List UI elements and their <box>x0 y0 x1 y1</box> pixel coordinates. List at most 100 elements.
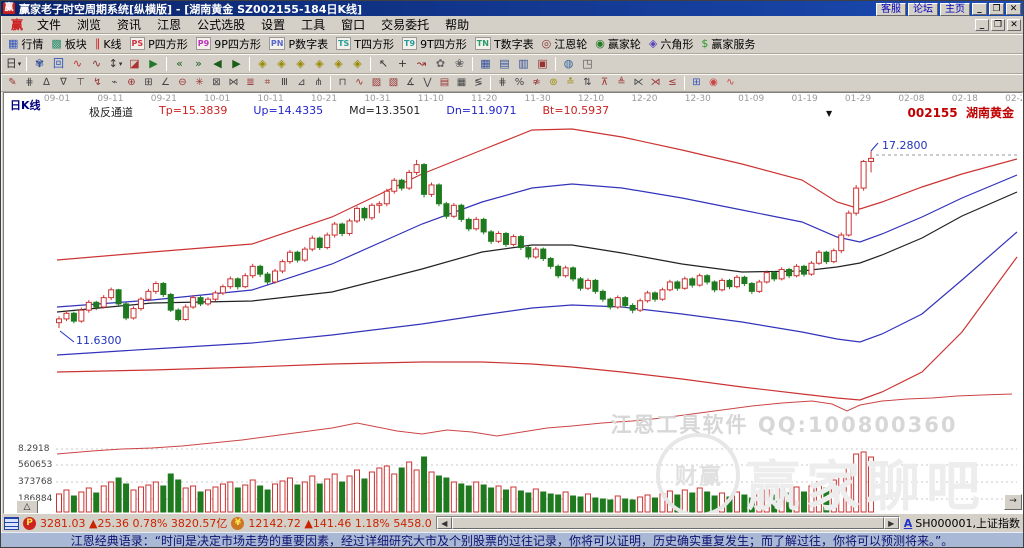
draw-box-x-icon[interactable]: ⊠ <box>208 76 225 90</box>
frame-icon[interactable]: 回 <box>49 56 68 72</box>
9t-square-button[interactable]: T99T四方形 <box>398 35 471 53</box>
draw-cycle-icon[interactable]: ∿ <box>351 76 368 90</box>
yinyang-icon[interactable]: ◉ <box>705 76 722 90</box>
gann-wheel-button[interactable]: ◎江恩轮 <box>538 35 592 53</box>
winner-wheel-button[interactable]: ◉赢家轮 <box>591 35 645 53</box>
draw-updown-icon[interactable]: ⇅ <box>579 76 596 90</box>
draw-bowtie-icon[interactable]: ⋈ <box>225 76 242 90</box>
draw-matrix-icon[interactable]: ▦ <box>453 76 470 90</box>
last-bar-icon[interactable]: » <box>189 56 208 72</box>
hexagon-button[interactable]: ◈六角形 <box>645 35 697 53</box>
draw-square-grid-icon[interactable]: ⊞ <box>140 76 157 90</box>
gann-diamond-5-icon[interactable]: ◈ <box>329 56 348 72</box>
draw-rails-icon[interactable]: ⋕ <box>494 76 511 90</box>
prev-bar-icon[interactable]: ◀ <box>208 56 227 72</box>
app-close-button[interactable]: ✕ <box>1006 3 1021 15</box>
draw-bands-icon[interactable]: ▤ <box>436 76 453 90</box>
notes-icon[interactable]: ▥ <box>514 56 533 72</box>
scroll-left-arrow[interactable]: ◀ <box>437 517 452 529</box>
draw-pitchfork-icon[interactable]: ⋔ <box>310 76 327 90</box>
p-table-button[interactable]: PNP数字表 <box>265 35 332 53</box>
child-restore-button[interactable]: ❐ <box>991 19 1005 31</box>
scale-dropdown[interactable]: ↕▾ <box>106 56 125 72</box>
draw-ltimes-icon[interactable]: ⋉ <box>630 76 647 90</box>
next-bar-icon[interactable]: ▶ <box>227 56 246 72</box>
gann-diamond-2-icon[interactable]: ◈ <box>272 56 291 72</box>
draw-channel-icon[interactable]: ⊓ <box>334 76 351 90</box>
p-square-button[interactable]: PSP四方形 <box>126 35 192 53</box>
scrollbar-thumb[interactable] <box>452 517 884 529</box>
9p-square-button[interactable]: P99P四方形 <box>192 35 265 53</box>
calculator-icon[interactable]: ▤ <box>495 56 514 72</box>
save-icon[interactable]: ▣ <box>533 56 552 72</box>
flag-icon[interactable]: ▶ <box>144 56 163 72</box>
draw-gann-grid-icon[interactable]: ⌗ <box>259 76 276 90</box>
draw-zigzag-icon[interactable]: ≶ <box>470 76 487 90</box>
gann-diamond-4-icon[interactable]: ◈ <box>310 56 329 72</box>
draw-tri-down-icon[interactable]: ∇ <box>55 76 72 90</box>
market-quotes-button[interactable]: ▦行情 <box>4 35 47 53</box>
child-close-button[interactable]: ✕ <box>1007 19 1021 31</box>
calendar-icon[interactable]: ▦ <box>476 56 495 72</box>
app-minimize-button[interactable]: _ <box>972 3 987 15</box>
menu-公式选股[interactable]: 公式选股 <box>189 15 253 34</box>
draw-levels-icon[interactable]: ≣ <box>242 76 259 90</box>
scroll-right-button[interactable]: → <box>1004 494 1022 510</box>
draw-tline-icon[interactable]: ⊤ <box>72 76 89 90</box>
draw-tri-up-icon[interactable]: ∆ <box>38 76 55 90</box>
pattern-a-icon[interactable]: ✿ <box>431 56 450 72</box>
menu-资讯[interactable]: 资讯 <box>109 15 149 34</box>
menu-窗口[interactable]: 窗口 <box>333 15 373 34</box>
draw-angle-icon[interactable]: ∠ <box>157 76 174 90</box>
draw-measure-angle-icon[interactable]: ∡ <box>402 76 419 90</box>
draw-rtimes-icon[interactable]: ⋊ <box>647 76 664 90</box>
menu-logo-icon[interactable]: 赢 <box>5 15 29 34</box>
pointer-icon[interactable]: ↖ <box>374 56 393 72</box>
draw-circle-cross-icon[interactable]: ⊕ <box>123 76 140 90</box>
trend-line-icon[interactable]: ↝ <box>412 56 431 72</box>
draw-star-eq-icon[interactable]: ≛ <box>562 76 579 90</box>
gann-diamond-3-icon[interactable]: ◈ <box>291 56 310 72</box>
menu-帮助[interactable]: 帮助 <box>437 15 477 34</box>
scroll-right-arrow[interactable]: ▶ <box>884 517 899 529</box>
sse-index-quote[interactable]: 3281.03 ▲25.36 0.78% 3820.57亿 <box>40 515 227 531</box>
menu-交易委托[interactable]: 交易委托 <box>373 15 437 34</box>
expand-panel-button[interactable]: △ <box>16 500 38 514</box>
crosshair-icon[interactable]: + <box>393 56 412 72</box>
grid-panel-icon[interactable]: ⊞ <box>688 76 705 90</box>
draw-thirds-icon[interactable]: Ⅲ <box>276 76 293 90</box>
draw-leq-icon[interactable]: ≤ <box>664 76 681 90</box>
draw-shade-b-icon[interactable]: ▧ <box>385 76 402 90</box>
draw-delta-eq-icon[interactable]: ≜ <box>613 76 630 90</box>
draw-grid-icon[interactable]: ⋕ <box>21 76 38 90</box>
menu-设置[interactable]: 设置 <box>253 15 293 34</box>
forum-button[interactable]: 论坛 <box>908 3 938 16</box>
market-grid-icon[interactable] <box>4 517 19 530</box>
wave-small-icon[interactable]: ∿ <box>68 56 87 72</box>
sine-icon[interactable]: ∿ <box>722 76 739 90</box>
draw-shade-a-icon[interactable]: ▨ <box>368 76 385 90</box>
draw-pen-icon[interactable]: ✎ <box>4 76 21 90</box>
child-minimize-button[interactable]: _ <box>975 19 989 31</box>
period-day-dropdown[interactable]: 日▾ <box>4 56 23 72</box>
homepage-button[interactable]: 主页 <box>940 3 970 16</box>
pattern-b-icon[interactable]: ❀ <box>450 56 469 72</box>
web-export-icon[interactable]: ◍ <box>559 56 578 72</box>
draw-hline-icon[interactable]: ⊖ <box>174 76 191 90</box>
draw-bolt-icon[interactable]: ↯ <box>89 76 106 90</box>
draw-gold-ring-icon[interactable]: ⊚ <box>545 76 562 90</box>
wave-big-icon[interactable]: ∿ <box>87 56 106 72</box>
menu-江恩[interactable]: 江恩 <box>149 15 189 34</box>
draw-wave-icon[interactable]: ⌁ <box>106 76 123 90</box>
app-restore-button[interactable]: ❐ <box>989 3 1004 15</box>
gann-diamond-1-icon[interactable]: ◈ <box>253 56 272 72</box>
winner-service-button[interactable]: $赢家服务 <box>697 35 759 53</box>
t-square-button[interactable]: TST四方形 <box>332 35 398 53</box>
pc-export-icon[interactable]: ◳ <box>578 56 597 72</box>
first-bar-icon[interactable]: « <box>170 56 189 72</box>
sectors-button[interactable]: ▩板块 <box>47 35 90 53</box>
support-button[interactable]: 客服 <box>876 3 906 16</box>
chart-panel[interactable]: 09-0109-1109-2110-0110-1110-2110-3111-10… <box>3 92 1023 514</box>
style-icon[interactable]: ✾ <box>30 56 49 72</box>
draw-approx-icon[interactable]: ≉ <box>528 76 545 90</box>
